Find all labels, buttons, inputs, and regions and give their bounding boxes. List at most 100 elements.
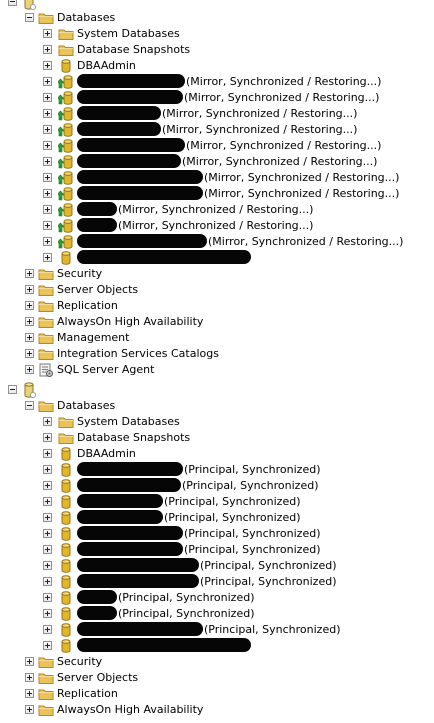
expand-toggle[interactable] <box>43 593 52 602</box>
expand-toggle[interactable] <box>43 481 52 490</box>
database-node[interactable]: (Principal, Synchronized) <box>0 542 434 558</box>
sql-server-agent-node[interactable]: SQL Server Agent <box>0 362 434 378</box>
expand-toggle[interactable] <box>25 673 34 682</box>
expand-toggle[interactable] <box>43 29 52 38</box>
security-node[interactable]: Security <box>0 654 434 670</box>
expand-toggle[interactable] <box>43 609 52 618</box>
expand-toggle[interactable] <box>43 141 52 150</box>
expand-toggle[interactable] <box>43 173 52 182</box>
expand-toggle[interactable] <box>43 61 52 70</box>
expand-toggle[interactable] <box>43 497 52 506</box>
server-node[interactable] <box>0 382 434 398</box>
database-node[interactable]: (Mirror, Synchronized / Restoring...) <box>0 138 434 154</box>
expand-toggle[interactable] <box>43 417 52 426</box>
collapse-toggle[interactable] <box>25 13 34 22</box>
database-snapshots-folder[interactable]: Database Snapshots <box>0 42 434 58</box>
expand-toggle[interactable] <box>43 529 52 538</box>
management-node[interactable]: Management <box>0 330 434 346</box>
expand-toggle[interactable] <box>25 301 34 310</box>
database-node[interactable] <box>0 250 434 266</box>
node-label: Database Snapshots <box>77 430 190 446</box>
integration-services-catalogs-node[interactable]: Integration Services Catalogs <box>0 346 434 362</box>
databases-folder[interactable]: Databases <box>0 398 434 414</box>
expand-toggle[interactable] <box>43 157 52 166</box>
expand-toggle[interactable] <box>25 269 34 278</box>
expand-toggle[interactable] <box>43 465 52 474</box>
expand-toggle[interactable] <box>43 449 52 458</box>
database-name: DBAAdmin <box>77 447 136 460</box>
security-node[interactable]: Security <box>0 266 434 282</box>
database-state: (Mirror, Synchronized / Restoring...) <box>162 107 358 120</box>
database-node[interactable]: (Principal, Synchronized) <box>0 494 434 510</box>
collapse-toggle[interactable] <box>25 401 34 410</box>
expand-toggle[interactable] <box>25 365 34 374</box>
database-node[interactable]: (Principal, Synchronized) <box>0 590 434 606</box>
expand-toggle[interactable] <box>25 333 34 342</box>
expand-toggle[interactable] <box>43 513 52 522</box>
database-node[interactable]: (Principal, Synchronized) <box>0 478 434 494</box>
database-icon <box>58 574 74 590</box>
database-node[interactable]: (Principal, Synchronized) <box>0 462 434 478</box>
expand-toggle[interactable] <box>43 93 52 102</box>
database-node[interactable]: (Principal, Synchronized) <box>0 526 434 542</box>
database-node[interactable]: (Mirror, Synchronized / Restoring...) <box>0 106 434 122</box>
node-label: (Principal, Synchronized) <box>77 526 321 542</box>
database-node[interactable] <box>0 638 434 654</box>
expand-toggle[interactable] <box>43 45 52 54</box>
alwayson-high-availability-node[interactable]: AlwaysOn High Availability <box>0 702 434 718</box>
database-icon <box>58 478 74 494</box>
expand-toggle[interactable] <box>43 237 52 246</box>
node-label: AlwaysOn High Availability <box>57 314 203 330</box>
replication-node[interactable]: Replication <box>0 686 434 702</box>
expand-toggle[interactable] <box>25 689 34 698</box>
database-node[interactable]: (Mirror, Synchronized / Restoring...) <box>0 170 434 186</box>
node-label: AlwaysOn High Availability <box>57 702 203 718</box>
database-node[interactable]: (Mirror, Synchronized / Restoring...) <box>0 218 434 234</box>
collapse-toggle[interactable] <box>8 0 17 6</box>
node-label: (Mirror, Synchronized / Restoring...) <box>77 154 377 170</box>
database-node[interactable]: (Principal, Synchronized) <box>0 574 434 590</box>
database-node[interactable]: (Principal, Synchronized) <box>0 558 434 574</box>
expand-toggle[interactable] <box>43 545 52 554</box>
expand-toggle[interactable] <box>43 77 52 86</box>
alwayson-high-availability-node[interactable]: AlwaysOn High Availability <box>0 314 434 330</box>
expand-toggle[interactable] <box>43 221 52 230</box>
expand-toggle[interactable] <box>43 433 52 442</box>
expand-toggle[interactable] <box>25 285 34 294</box>
database-node[interactable]: (Mirror, Synchronized / Restoring...) <box>0 202 434 218</box>
expand-toggle[interactable] <box>43 641 52 650</box>
databases-folder[interactable]: Databases <box>0 10 434 26</box>
expand-toggle[interactable] <box>43 577 52 586</box>
server-objects-node[interactable]: Server Objects <box>0 670 434 686</box>
database-node[interactable]: (Principal, Synchronized) <box>0 622 434 638</box>
database-node[interactable]: (Mirror, Synchronized / Restoring...) <box>0 154 434 170</box>
database-node[interactable]: (Principal, Synchronized) <box>0 606 434 622</box>
expand-toggle[interactable] <box>43 125 52 134</box>
expand-toggle[interactable] <box>25 657 34 666</box>
database-state: (Mirror, Synchronized / Restoring...) <box>182 155 378 168</box>
database-dbaadmin[interactable]: DBAAdmin <box>0 58 434 74</box>
expand-toggle[interactable] <box>43 625 52 634</box>
expand-toggle[interactable] <box>43 189 52 198</box>
system-databases-folder[interactable]: System Databases <box>0 26 434 42</box>
expand-toggle[interactable] <box>25 349 34 358</box>
database-dbaadmin[interactable]: DBAAdmin <box>0 446 434 462</box>
database-node[interactable]: (Mirror, Synchronized / Restoring...) <box>0 234 434 250</box>
expand-toggle[interactable] <box>43 253 52 262</box>
expand-toggle[interactable] <box>43 205 52 214</box>
expand-toggle[interactable] <box>25 317 34 326</box>
database-node[interactable]: (Mirror, Synchronized / Restoring...) <box>0 186 434 202</box>
database-node[interactable]: (Principal, Synchronized) <box>0 510 434 526</box>
system-databases-folder[interactable]: System Databases <box>0 414 434 430</box>
server-objects-node[interactable]: Server Objects <box>0 282 434 298</box>
server-node[interactable] <box>0 0 434 10</box>
database-node[interactable]: (Mirror, Synchronized / Restoring...) <box>0 90 434 106</box>
expand-toggle[interactable] <box>43 109 52 118</box>
database-snapshots-folder[interactable]: Database Snapshots <box>0 430 434 446</box>
expand-toggle[interactable] <box>43 561 52 570</box>
replication-node[interactable]: Replication <box>0 298 434 314</box>
collapse-toggle[interactable] <box>8 385 17 394</box>
database-node[interactable]: (Mirror, Synchronized / Restoring...) <box>0 122 434 138</box>
expand-toggle[interactable] <box>25 705 34 714</box>
database-node[interactable]: (Mirror, Synchronized / Restoring...) <box>0 74 434 90</box>
